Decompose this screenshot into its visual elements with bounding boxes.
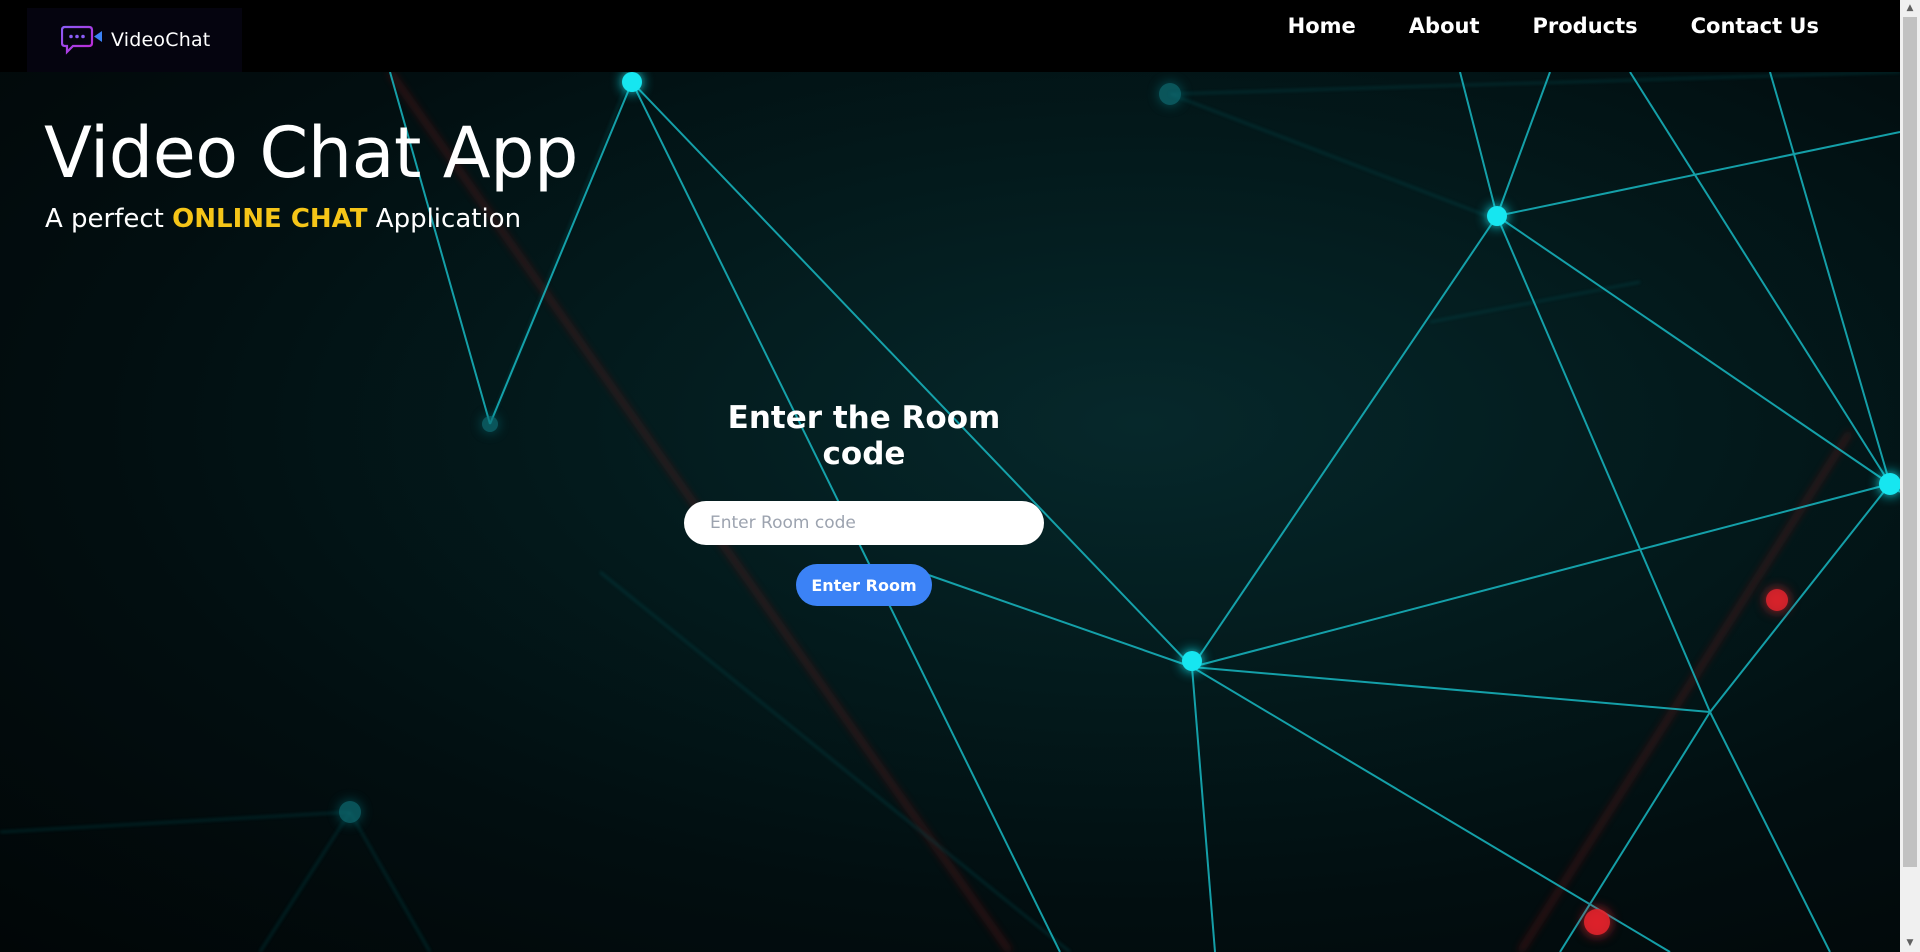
page: VideoChat Home About Products Contact Us… (0, 0, 1920, 952)
chat-bubble-video-icon (61, 25, 105, 55)
top-navbar: VideoChat Home About Products Contact Us (0, 0, 1900, 72)
nav-link-about[interactable]: About (1409, 14, 1480, 38)
vertical-scrollbar[interactable]: ▲ ▼ (1900, 0, 1920, 952)
hero-title: Video Chat App (44, 112, 578, 194)
nav-link-home[interactable]: Home (1288, 14, 1356, 38)
scrollbar-thumb[interactable] (1903, 17, 1917, 867)
hero-subtitle: A perfect ONLINE CHAT Application (45, 204, 521, 234)
hero-subtitle-highlight: ONLINE CHAT (172, 204, 368, 234)
logo[interactable]: VideoChat (27, 8, 242, 72)
scroll-down-arrow-icon[interactable]: ▼ (1900, 935, 1920, 952)
nav-link-products[interactable]: Products (1532, 14, 1637, 38)
nav-link-contact-us[interactable]: Contact Us (1691, 14, 1819, 38)
room-form: Enter the Room code Enter Room (684, 400, 1044, 606)
hero-subtitle-suffix: Application (367, 204, 522, 234)
room-heading: Enter the Room code (727, 400, 1001, 472)
nav-links: Home About Products Contact Us (1235, 14, 1819, 38)
scroll-up-arrow-icon[interactable]: ▲ (1900, 0, 1920, 17)
hero-subtitle-prefix: A perfect (45, 204, 173, 234)
enter-room-button[interactable]: Enter Room (796, 564, 932, 606)
logo-text: VideoChat (111, 29, 211, 51)
room-code-input[interactable] (684, 501, 1044, 545)
